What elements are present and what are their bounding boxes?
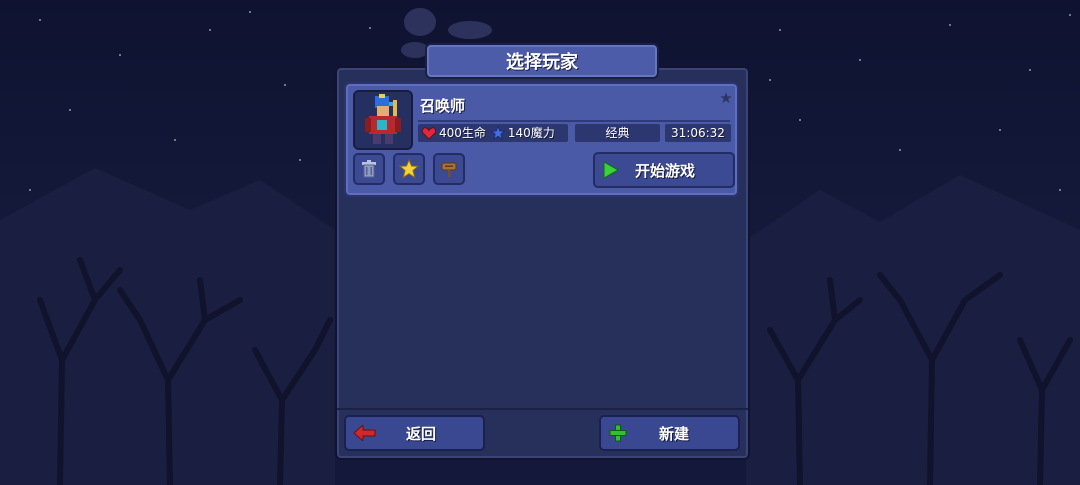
gold-star-icon bbox=[399, 159, 419, 179]
player-card[interactable]: 召唤师 ★ 400生命 140魔力 经典 31:06:32 开始游戏 bbox=[344, 82, 739, 197]
player-name: 召唤师 bbox=[420, 97, 466, 115]
difficulty-badge: 经典 bbox=[575, 124, 660, 142]
player-stats: 400生命 140魔力 bbox=[418, 124, 568, 142]
player-select-panel: 召唤师 ★ 400生命 140魔力 经典 31:06:32 开始游戏 返回 新建 bbox=[335, 66, 750, 460]
new-player-button[interactable]: 新建 bbox=[599, 415, 740, 451]
playtime-value: 31:06:32 bbox=[665, 124, 731, 142]
name-divider bbox=[418, 120, 730, 122]
signpost-icon bbox=[441, 162, 457, 177]
mana-value: 140魔力 bbox=[507, 126, 555, 140]
rename-button[interactable] bbox=[433, 153, 465, 185]
favorite-button[interactable] bbox=[393, 153, 425, 185]
heart-icon bbox=[422, 126, 436, 140]
play-triangle-icon bbox=[603, 161, 619, 179]
back-button[interactable]: 返回 bbox=[344, 415, 485, 451]
delete-button[interactable] bbox=[353, 153, 385, 185]
page-title: 选择玩家 bbox=[425, 43, 659, 79]
character-sprite-icon bbox=[355, 92, 411, 148]
player-portrait bbox=[353, 90, 413, 150]
trash-icon bbox=[362, 160, 376, 178]
health-value: 400生命 bbox=[439, 126, 486, 140]
red-arrow-left-icon bbox=[354, 425, 376, 441]
mana-star-icon bbox=[490, 126, 505, 140]
green-plus-icon bbox=[609, 424, 627, 442]
play-button[interactable]: 开始游戏 bbox=[593, 152, 735, 188]
bottom-divider bbox=[337, 408, 748, 410]
star-icon[interactable]: ★ bbox=[718, 90, 734, 106]
